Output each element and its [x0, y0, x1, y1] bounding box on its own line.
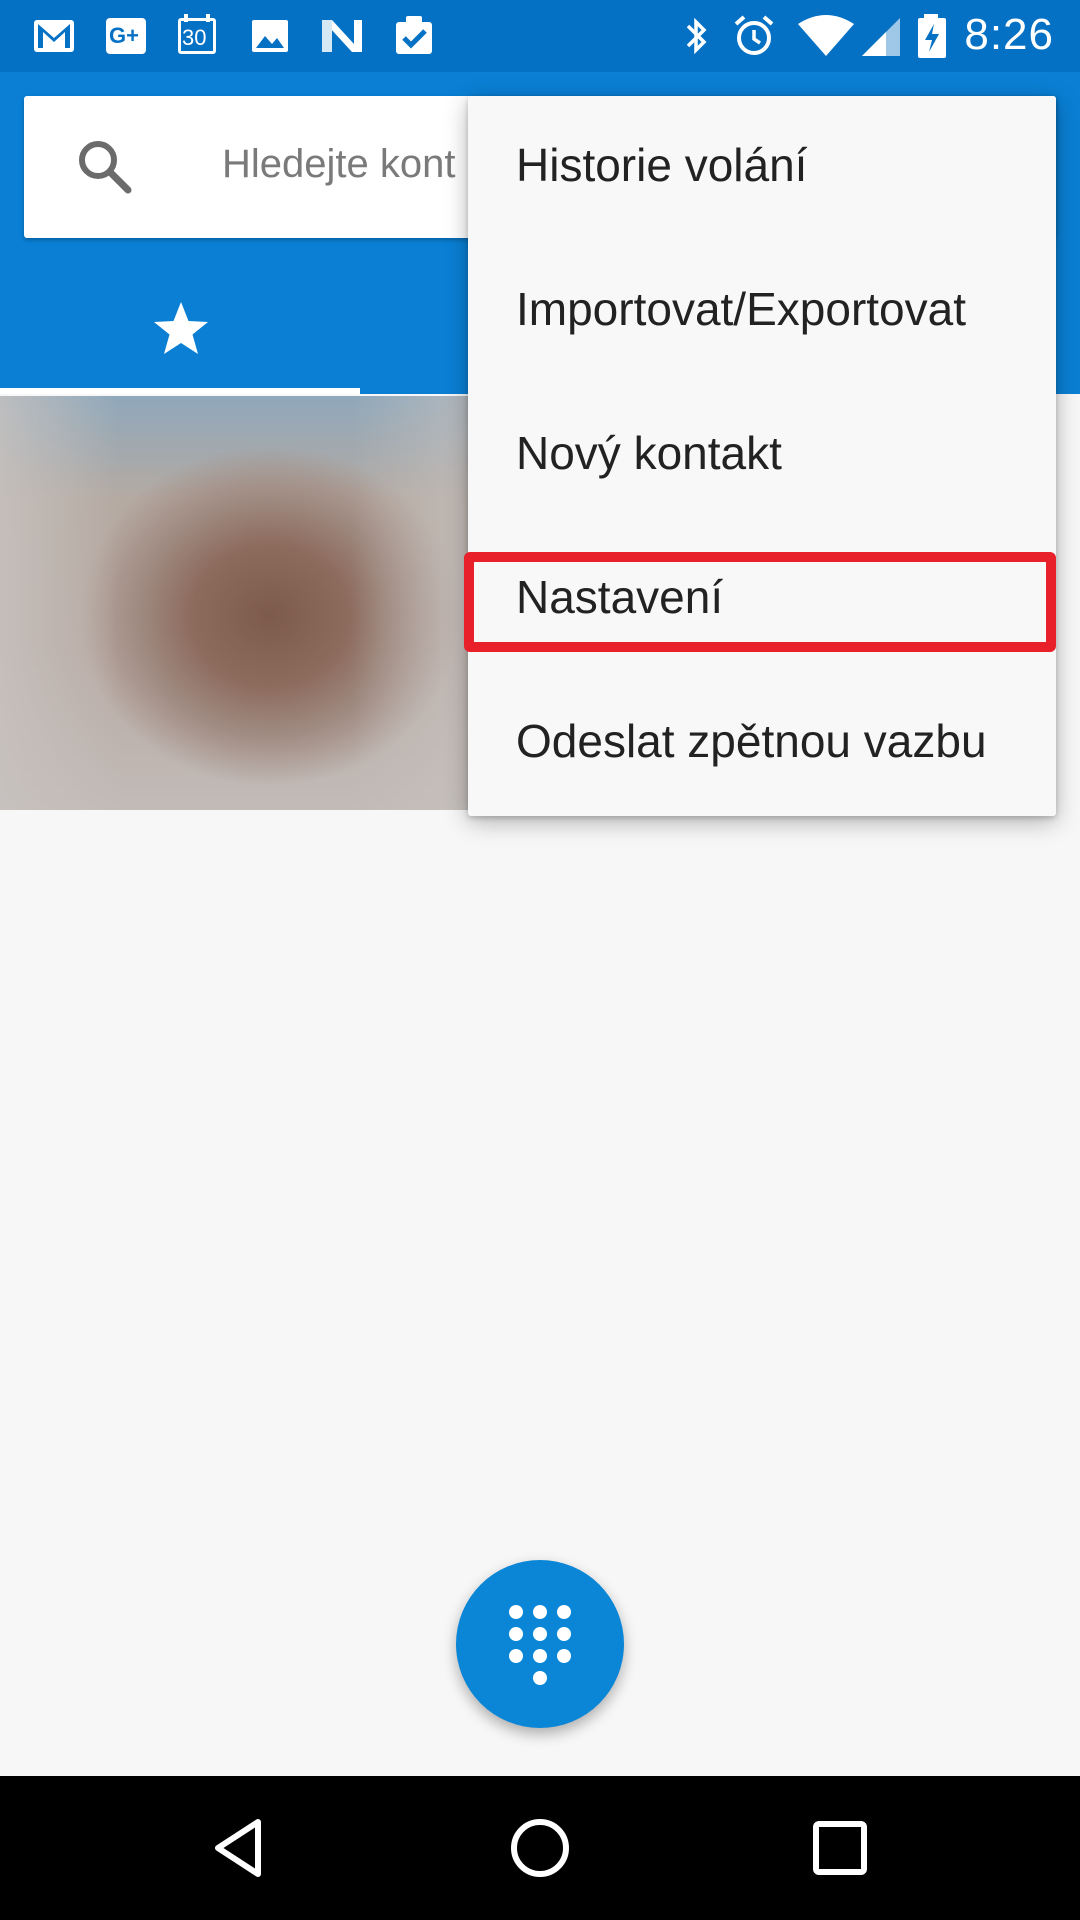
menu-item-new-contact[interactable]: Nový kontakt	[468, 384, 1056, 528]
n-app-icon	[322, 20, 362, 52]
menu-item-label: Nový kontakt	[516, 427, 782, 479]
calendar-icon: 30	[174, 12, 222, 60]
wifi-icon	[798, 15, 854, 56]
recents-icon[interactable]	[804, 1812, 876, 1884]
google-plus-icon: G+	[102, 12, 150, 60]
bluetooth-icon	[686, 17, 707, 55]
favorite-contact-tile[interactable]	[0, 396, 470, 810]
dialpad-icon	[509, 1605, 571, 1685]
menu-item-label: Historie volání	[516, 139, 808, 191]
menu-item-send-feedback[interactable]: Odeslat zpětnou vazbu	[468, 672, 1056, 816]
tab-favorites[interactable]	[0, 272, 360, 394]
contact-photo-blurred	[0, 396, 470, 810]
status-bar: G+ 30 8:26	[0, 0, 1080, 72]
navigation-bar	[0, 1776, 1080, 1920]
signal-icon	[862, 18, 900, 56]
tasks-icon	[396, 16, 432, 54]
back-icon[interactable]	[204, 1812, 276, 1884]
search-icon[interactable]	[72, 134, 138, 200]
battery-charging-icon	[918, 14, 946, 58]
star-icon	[154, 302, 208, 354]
google-plus-label: G+	[109, 23, 139, 48]
search-input[interactable]: Hledejte kont	[222, 142, 455, 187]
highlight-box	[464, 552, 1056, 652]
status-time: 8:26	[964, 10, 1054, 59]
photos-icon	[252, 20, 288, 52]
gmail-icon	[34, 20, 74, 52]
menu-item-call-history[interactable]: Historie volání	[468, 96, 1056, 240]
home-icon[interactable]	[504, 1812, 576, 1884]
overflow-menu: Historie volání Importovat/Exportovat No…	[468, 96, 1056, 816]
menu-item-label: Importovat/Exportovat	[516, 283, 966, 335]
alarm-icon	[734, 15, 774, 55]
menu-item-import-export[interactable]: Importovat/Exportovat	[468, 240, 1056, 384]
menu-item-label: Odeslat zpětnou vazbu	[516, 715, 987, 767]
dialpad-button[interactable]	[456, 1560, 624, 1728]
tab-selected-indicator	[0, 388, 360, 394]
calendar-day: 30	[182, 25, 207, 50]
